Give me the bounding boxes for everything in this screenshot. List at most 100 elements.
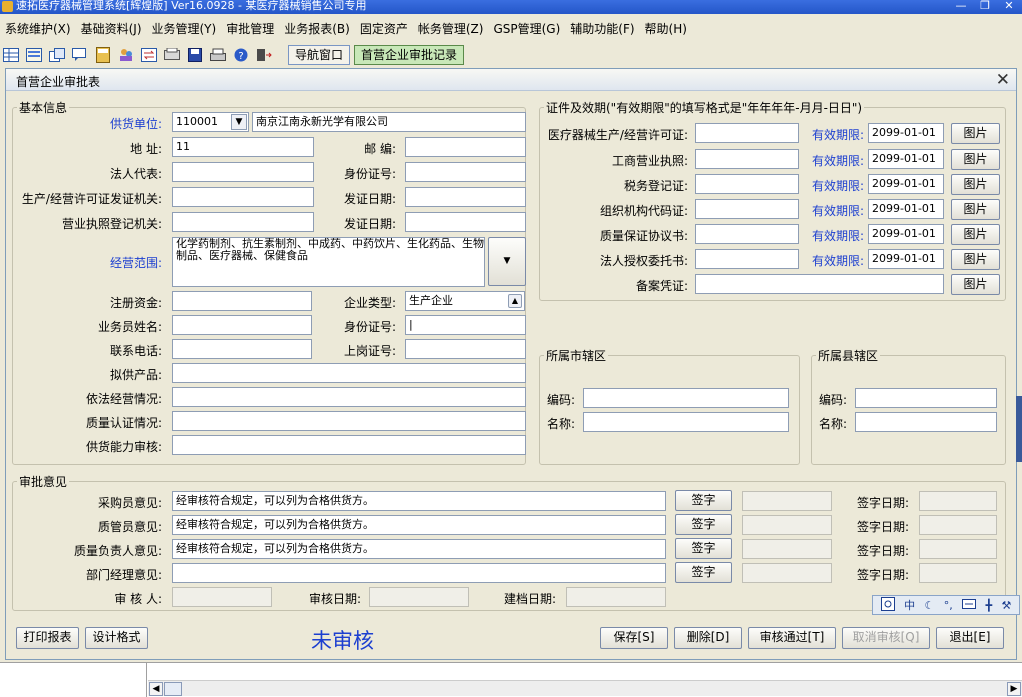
registered-capital-field[interactable] — [172, 291, 312, 311]
cert-image-button-0[interactable]: 图片 — [951, 123, 1000, 144]
menu-assets[interactable]: 固定资产 — [355, 20, 413, 37]
legal-rep-field[interactable] — [172, 162, 314, 182]
cert-field-4[interactable] — [695, 224, 799, 244]
menu-accounts[interactable]: 帐务管理(Z) — [413, 20, 489, 37]
record-image-button[interactable]: 图片 — [951, 274, 1000, 295]
grid-icon[interactable] — [2, 46, 20, 64]
cert-image-button-2[interactable]: 图片 — [951, 174, 1000, 195]
scroll-right-arrow-icon[interactable]: ▶ — [1007, 682, 1021, 696]
county-code-field[interactable] — [855, 388, 997, 408]
quality-head-opinion-field[interactable]: 经审核符合规定，可以列为合格供货方。 — [172, 539, 666, 559]
cert-image-button-3[interactable]: 图片 — [951, 199, 1000, 220]
list-icon[interactable] — [25, 46, 43, 64]
horizontal-scrollbar[interactable]: ◀ ▶ — [148, 680, 1022, 696]
cert-expiry-field-4[interactable]: 2099-01-01 — [868, 224, 944, 244]
chat-icon[interactable] — [71, 46, 89, 64]
cert-expiry-field-0[interactable]: 2099-01-01 — [868, 123, 944, 143]
menu-basic-data[interactable]: 基础资料(J) — [76, 20, 147, 37]
record-voucher-field[interactable] — [695, 274, 944, 294]
permit-issuer-field[interactable] — [172, 187, 314, 207]
id-number-2-field[interactable]: | — [405, 315, 526, 335]
post-cert-field[interactable] — [405, 339, 526, 359]
dept-manager-sign-button[interactable]: 签字 — [675, 562, 732, 583]
menu-reports[interactable]: 业务报表(B) — [279, 20, 355, 37]
print-setup-icon[interactable] — [163, 46, 181, 64]
cert-expiry-field-5[interactable]: 2099-01-01 — [868, 249, 944, 269]
cert-field-3[interactable] — [695, 199, 799, 219]
tab-nav-window[interactable]: 导航窗口 — [288, 45, 351, 65]
moon-icon[interactable]: ☾ — [924, 599, 934, 612]
approve-button[interactable]: 审核通过[T] — [748, 627, 836, 649]
supplier-code-select[interactable]: 110001 ▼ — [172, 112, 249, 132]
zip-field[interactable] — [405, 137, 526, 157]
printer-icon[interactable] — [209, 46, 227, 64]
design-format-button[interactable]: 设计格式 — [85, 627, 148, 649]
exit-door-icon[interactable] — [255, 46, 273, 64]
cert-field-5[interactable] — [695, 249, 799, 269]
delete-button[interactable]: 删除[D] — [674, 627, 742, 649]
issue-date-field[interactable] — [405, 187, 526, 207]
dept-manager-opinion-field[interactable] — [172, 563, 666, 583]
legal-operation-field[interactable] — [172, 387, 526, 407]
phone-field[interactable] — [172, 339, 312, 359]
biz-license-registrar-field[interactable] — [172, 212, 314, 232]
tab-first-supplier-approval[interactable]: 首营企业审批记录 — [354, 45, 465, 65]
qc-officer-opinion-field[interactable]: 经审核符合规定，可以列为合格供货方。 — [172, 515, 666, 535]
calculator-icon[interactable] — [94, 46, 112, 64]
qc-officer-sign-button[interactable]: 签字 — [675, 514, 732, 535]
cert-expiry-field-1[interactable]: 2099-01-01 — [868, 149, 944, 169]
side-scroll-indicator[interactable] — [1016, 396, 1022, 462]
menu-gsp[interactable]: GSP管理(G) — [488, 20, 565, 37]
buyer-opinion-field[interactable]: 经审核符合规定，可以列为合格供货方。 — [172, 491, 666, 511]
users-icon[interactable] — [117, 46, 135, 64]
quality-cert-field[interactable] — [172, 411, 526, 431]
cert-image-button-1[interactable]: 图片 — [951, 149, 1000, 170]
scroll-left-arrow-icon[interactable]: ◀ — [149, 682, 163, 696]
scroll-thumb[interactable] — [164, 682, 182, 696]
transfer-icon[interactable] — [140, 46, 158, 64]
pin-icon[interactable]: ╋ — [985, 599, 992, 612]
id-number-field[interactable] — [405, 162, 526, 182]
ime-mode-label[interactable]: 中 — [904, 597, 915, 613]
menu-system[interactable]: 系统维护(X) — [0, 20, 76, 37]
spinner-icon[interactable]: ▲ — [508, 294, 522, 308]
close-app-button[interactable]: ✕ — [998, 0, 1020, 13]
help-icon[interactable]: ? — [232, 46, 250, 64]
supply-capacity-field[interactable] — [172, 435, 526, 455]
county-name-field[interactable] — [855, 412, 997, 432]
cert-field-2[interactable] — [695, 174, 799, 194]
company-type-select[interactable]: 生产企业 ▲ — [405, 291, 525, 311]
cert-field-0[interactable] — [695, 123, 799, 143]
quality-head-sign-button[interactable]: 签字 — [675, 538, 732, 559]
punctuation-icon[interactable]: °, — [944, 599, 953, 612]
save-icon[interactable] — [186, 46, 204, 64]
buyer-sign-button[interactable]: 签字 — [675, 490, 732, 511]
cert-field-1[interactable] — [695, 149, 799, 169]
city-code-field[interactable] — [583, 388, 789, 408]
print-report-button[interactable]: 打印报表 — [16, 627, 79, 649]
wrench-icon[interactable]: ⚒ — [1001, 599, 1011, 612]
restore-button[interactable]: ❐ — [974, 0, 996, 13]
chevron-down-icon[interactable]: ▼ — [231, 114, 247, 130]
cert-expiry-field-3[interactable]: 2099-01-01 — [868, 199, 944, 219]
menu-help[interactable]: 帮助(H) — [640, 20, 692, 37]
cancel-approve-button[interactable]: 取消审核[Q] — [842, 627, 930, 649]
issue-date-2-field[interactable] — [405, 212, 526, 232]
supplier-name-field[interactable]: 南京江南永新光学有限公司 — [252, 112, 526, 132]
address-field[interactable]: 11 — [172, 137, 314, 157]
menu-business[interactable]: 业务管理(Y) — [147, 20, 222, 37]
windows-icon[interactable] — [48, 46, 66, 64]
business-scope-field[interactable]: 化学药制剂、抗生素制剂、中成药、中药饮片、生化药品、生物制品、医疗器械、保健食品 — [172, 237, 485, 287]
exit-button[interactable]: 退出[E] — [936, 627, 1004, 649]
cert-expiry-field-2[interactable]: 2099-01-01 — [868, 174, 944, 194]
proposed-products-field[interactable] — [172, 363, 526, 383]
close-window-button[interactable]: ✕ — [996, 69, 1010, 91]
save-button[interactable]: 保存[S] — [600, 627, 668, 649]
keyboard-icon[interactable] — [962, 598, 977, 612]
cert-image-button-4[interactable]: 图片 — [951, 224, 1000, 245]
menu-approval[interactable]: 审批管理 — [221, 20, 279, 37]
cert-image-button-5[interactable]: 图片 — [951, 249, 1000, 270]
city-name-field[interactable] — [583, 412, 789, 432]
minimize-button[interactable]: — — [950, 0, 972, 13]
salesman-name-field[interactable] — [172, 315, 312, 335]
